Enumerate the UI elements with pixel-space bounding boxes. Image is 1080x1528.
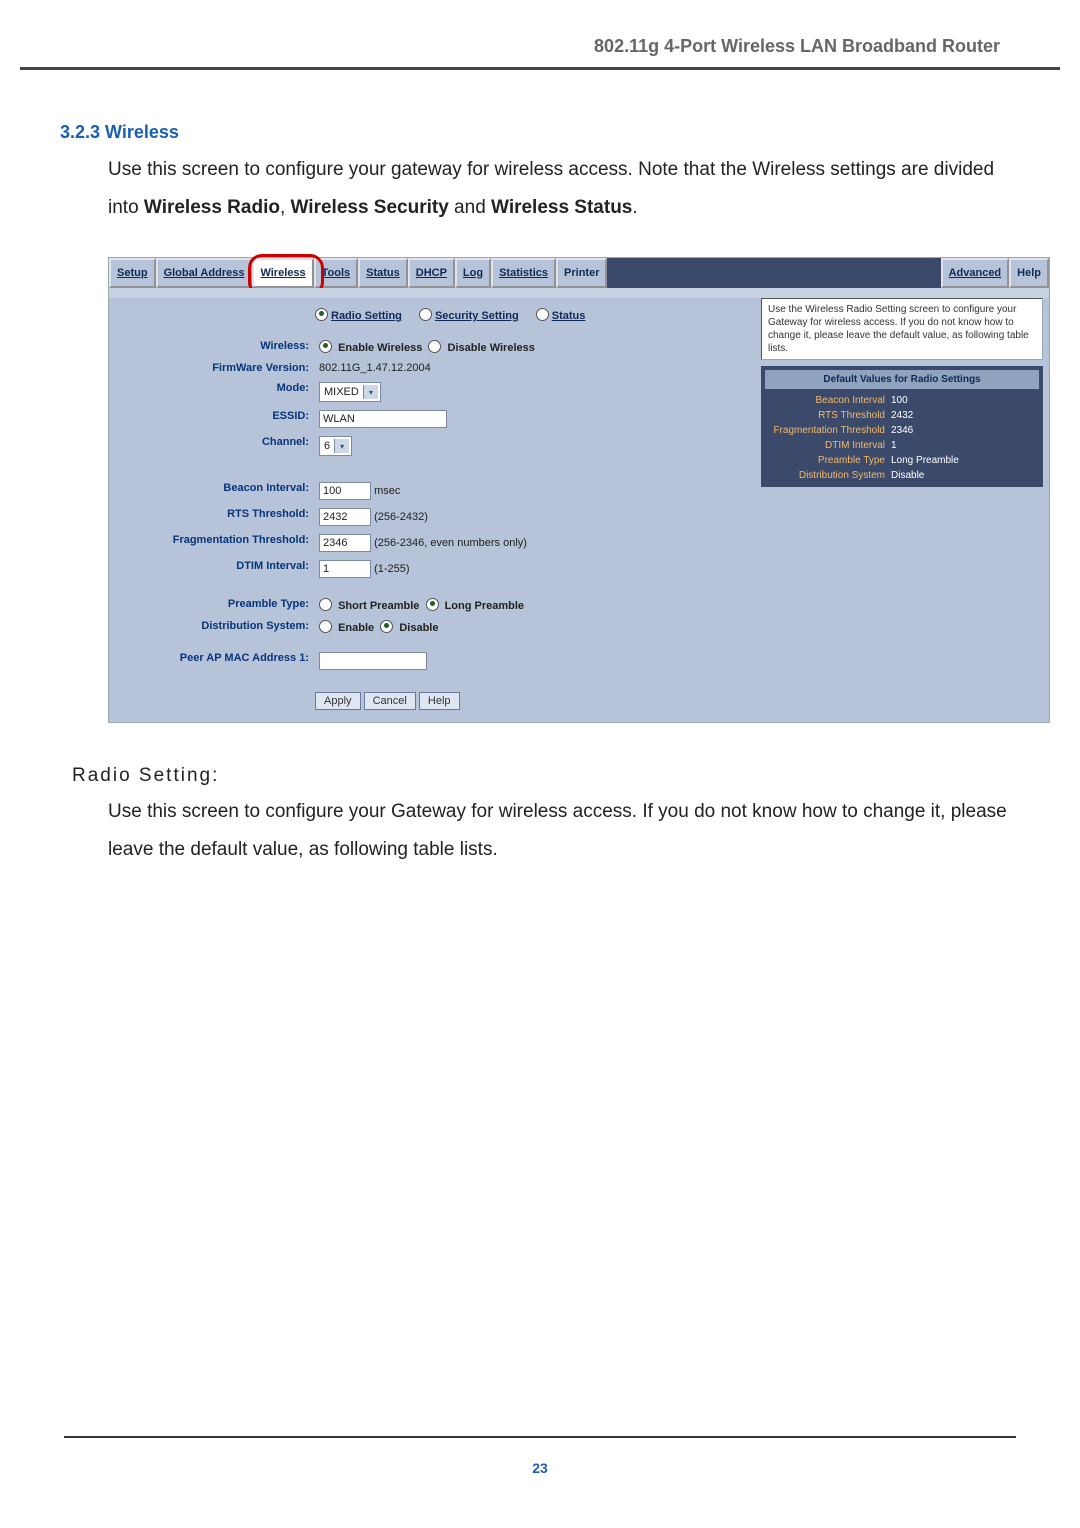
long-preamble-radio[interactable] bbox=[426, 598, 439, 611]
sep: , bbox=[280, 197, 291, 218]
def-rts-k: RTS Threshold bbox=[765, 410, 885, 421]
sep: and bbox=[449, 197, 491, 218]
channel-select[interactable]: 6 ▾ bbox=[319, 436, 352, 456]
dist-enable-radio[interactable] bbox=[319, 620, 332, 633]
beacon-unit: msec bbox=[374, 485, 400, 497]
enable-wireless-radio[interactable] bbox=[319, 340, 332, 353]
subtab-security-setting[interactable]: Security Setting bbox=[435, 310, 519, 322]
def-frag-v: 2346 bbox=[891, 425, 913, 436]
rts-input[interactable]: 2432 bbox=[319, 508, 371, 526]
channel-label: Channel: bbox=[109, 436, 319, 456]
defaults-header: Default Values for Radio Settings bbox=[765, 370, 1039, 389]
enable-wireless-text: Enable Wireless bbox=[338, 342, 422, 354]
mode-value: MIXED bbox=[324, 386, 359, 398]
router-config-screenshot: Setup Global Address Wireless Tools Stat… bbox=[108, 257, 1050, 723]
cancel-button[interactable]: Cancel bbox=[364, 692, 416, 710]
def-beacon-v: 100 bbox=[891, 395, 908, 406]
radio-setting-paragraph: Use this screen to configure your Gatewa… bbox=[108, 793, 1020, 869]
rts-range: (256-2432) bbox=[374, 511, 428, 523]
chevron-down-icon: ▾ bbox=[363, 385, 378, 399]
wireless-label: Wireless: bbox=[109, 340, 319, 354]
long-preamble-text: Long Preamble bbox=[445, 600, 524, 612]
def-preamble-v: Long Preamble bbox=[891, 455, 959, 466]
disable-wireless-radio[interactable] bbox=[428, 340, 441, 353]
channel-value: 6 bbox=[324, 440, 330, 452]
peer-mac-label: Peer AP MAC Address 1: bbox=[109, 652, 319, 670]
dist-disable-text: Disable bbox=[399, 622, 438, 634]
tab-log[interactable]: Log bbox=[455, 258, 491, 288]
config-form: Radio Setting Security Setting Status Wi… bbox=[109, 298, 759, 722]
tab-bar: Setup Global Address Wireless Tools Stat… bbox=[109, 258, 1049, 288]
frag-range: (256-2346, even numbers only) bbox=[374, 537, 527, 549]
beacon-label: Beacon Interval: bbox=[109, 482, 319, 500]
subtab-status[interactable]: Status bbox=[552, 310, 586, 322]
dist-disable-radio[interactable] bbox=[380, 620, 393, 633]
subtab-radio-setting[interactable]: Radio Setting bbox=[331, 310, 402, 322]
def-dtim-v: 1 bbox=[891, 440, 897, 451]
def-beacon-k: Beacon Interval bbox=[765, 395, 885, 406]
dist-enable-text: Enable bbox=[338, 622, 374, 634]
dtim-input[interactable]: 1 bbox=[319, 560, 371, 578]
radio-setting-radio[interactable] bbox=[315, 308, 328, 321]
help-button[interactable]: Help bbox=[419, 692, 460, 710]
rts-label: RTS Threshold: bbox=[109, 508, 319, 526]
disable-wireless-text: Disable Wireless bbox=[448, 342, 535, 354]
mode-select[interactable]: MIXED ▾ bbox=[319, 382, 381, 402]
document-header: 802.11g 4-Port Wireless LAN Broadband Ro… bbox=[20, 0, 1060, 70]
peer-mac-input[interactable] bbox=[319, 652, 427, 670]
help-panel: Use the Wireless Radio Setting screen to… bbox=[759, 298, 1049, 722]
button-row: Apply Cancel Help bbox=[109, 674, 759, 722]
def-preamble-k: Preamble Type bbox=[765, 455, 885, 466]
short-preamble-radio[interactable] bbox=[319, 598, 332, 611]
tab-wireless-label: Wireless bbox=[260, 267, 305, 279]
status-radio[interactable] bbox=[536, 308, 549, 321]
footer-rule bbox=[64, 1436, 1016, 1438]
chevron-down-icon: ▾ bbox=[334, 439, 349, 453]
dist-label: Distribution System: bbox=[109, 620, 319, 634]
frag-label: Fragmentation Threshold: bbox=[109, 534, 319, 552]
mode-label: Mode: bbox=[109, 382, 319, 402]
tab-help[interactable]: Help bbox=[1009, 258, 1049, 288]
intro-bold-status: Wireless Status bbox=[491, 197, 632, 218]
dtim-range: (1-255) bbox=[374, 563, 409, 575]
essid-input[interactable]: WLAN bbox=[319, 410, 447, 428]
apply-button[interactable]: Apply bbox=[315, 692, 361, 710]
def-frag-k: Fragmentation Threshold bbox=[765, 425, 885, 436]
short-preamble-text: Short Preamble bbox=[338, 600, 419, 612]
tab-dhcp[interactable]: DHCP bbox=[408, 258, 455, 288]
defaults-panel: Default Values for Radio Settings Beacon… bbox=[761, 366, 1043, 487]
tab-advanced[interactable]: Advanced bbox=[941, 258, 1010, 288]
beacon-input[interactable]: 100 bbox=[319, 482, 371, 500]
intro-bold-security: Wireless Security bbox=[291, 197, 449, 218]
page-number: 23 bbox=[0, 1460, 1080, 1476]
help-text: Use the Wireless Radio Setting screen to… bbox=[761, 298, 1043, 360]
tab-setup[interactable]: Setup bbox=[109, 258, 156, 288]
tab-statistics[interactable]: Statistics bbox=[491, 258, 556, 288]
def-rts-v: 2432 bbox=[891, 410, 913, 421]
sub-tab-row: Radio Setting Security Setting Status bbox=[109, 298, 759, 336]
def-dist-k: Distribution System bbox=[765, 470, 885, 481]
tab-wireless[interactable]: Wireless bbox=[252, 258, 313, 288]
sep: . bbox=[632, 197, 637, 218]
tab-printer[interactable]: Printer bbox=[556, 258, 607, 288]
dtim-label: DTIM Interval: bbox=[109, 560, 319, 578]
preamble-label: Preamble Type: bbox=[109, 598, 319, 612]
tab-global-address[interactable]: Global Address bbox=[156, 258, 253, 288]
security-setting-radio[interactable] bbox=[419, 308, 432, 321]
intro-paragraph: Use this screen to configure your gatewa… bbox=[108, 151, 1020, 227]
frag-input[interactable]: 2346 bbox=[319, 534, 371, 552]
essid-label: ESSID: bbox=[109, 410, 319, 428]
intro-bold-radio: Wireless Radio bbox=[144, 197, 280, 218]
tab-status[interactable]: Status bbox=[358, 258, 408, 288]
firmware-value: 802.11G_1.47.12.2004 bbox=[319, 362, 759, 374]
def-dist-v: Disable bbox=[891, 470, 924, 481]
def-dtim-k: DTIM Interval bbox=[765, 440, 885, 451]
tab-tools[interactable]: Tools bbox=[314, 258, 359, 288]
section-number: 3.2.3 Wireless bbox=[60, 122, 1020, 143]
firmware-label: FirmWare Version: bbox=[109, 362, 319, 374]
radio-setting-heading: Radio Setting: bbox=[72, 765, 1020, 787]
